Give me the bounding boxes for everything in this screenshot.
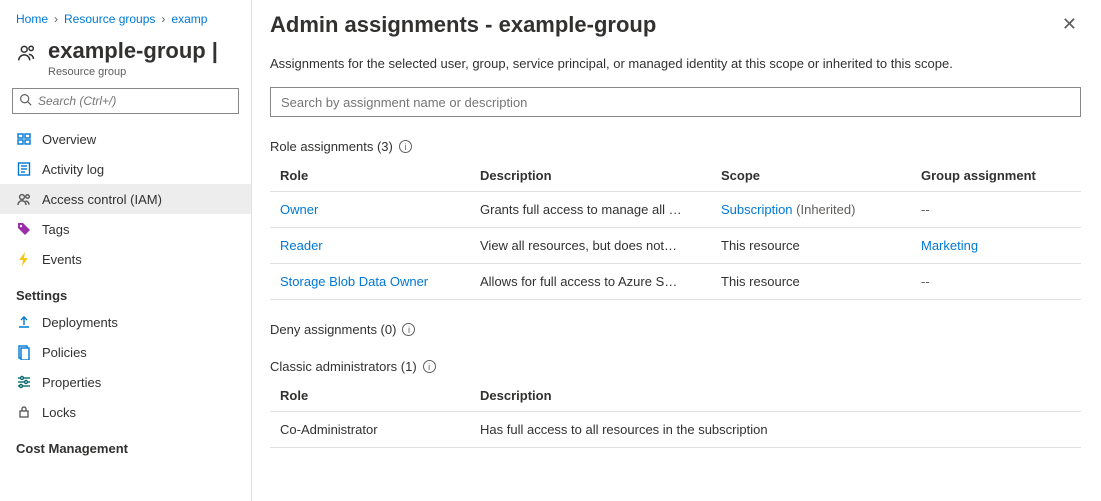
sidebar-search-input[interactable] [38, 94, 232, 108]
classic-admins-heading-text: Classic administrators (1) [270, 359, 417, 374]
panel-search-input[interactable] [271, 95, 1080, 110]
sidebar-section-cost: Cost Management [0, 427, 251, 460]
role-link[interactable]: Reader [280, 238, 323, 253]
breadcrumb-home[interactable]: Home [16, 12, 48, 26]
sidebar-item-locks[interactable]: Locks [0, 397, 251, 427]
lock-icon [16, 404, 32, 420]
cell-group: -- [911, 264, 1081, 300]
cell-description: Has full access to all resources in the … [470, 412, 1081, 448]
sidebar-item-label: Locks [42, 405, 76, 420]
access-control-icon [16, 191, 32, 207]
chevron-right-icon: › [161, 12, 165, 26]
scope-link[interactable]: Subscription [721, 202, 793, 217]
breadcrumb: Home › Resource groups › examp [0, 12, 251, 34]
people-icon [16, 42, 38, 64]
close-icon: ✕ [1062, 14, 1077, 34]
col-description: Description [470, 160, 711, 192]
deny-assignments-heading-text: Deny assignments (0) [270, 322, 396, 337]
sidebar-item-properties[interactable]: Properties [0, 367, 251, 397]
table-row[interactable]: Co-Administrator Has full access to all … [270, 412, 1081, 448]
sidebar-item-policies[interactable]: Policies [0, 337, 251, 367]
cell-role: Co-Administrator [270, 412, 470, 448]
sidebar-item-label: Activity log [42, 162, 104, 177]
cell-scope: Subscription (Inherited) [711, 192, 911, 228]
sidebar-item-events[interactable]: Events [0, 244, 251, 274]
group-link[interactable]: Marketing [921, 238, 978, 253]
info-icon[interactable]: i [423, 360, 436, 373]
sidebar-nav: Overview Activity log Access control (IA… [0, 124, 251, 501]
cell-description: Allows for full access to Azure S… [470, 264, 711, 300]
sidebar-search[interactable] [12, 88, 239, 114]
cell-description: View all resources, but does not… [470, 228, 711, 264]
resource-group-icon [16, 131, 32, 147]
close-button[interactable]: ✕ [1058, 12, 1081, 37]
search-icon [19, 93, 32, 109]
sliders-icon [16, 374, 32, 390]
role-assignments-heading-text: Role assignments (3) [270, 139, 393, 154]
activity-log-icon [16, 161, 32, 177]
upload-icon [16, 314, 32, 330]
col-role: Role [270, 160, 470, 192]
role-assignments-table: Role Description Scope Group assignment … [270, 160, 1081, 300]
sidebar-item-label: Properties [42, 375, 101, 390]
panel-search[interactable] [270, 87, 1081, 117]
sidebar-item-label: Overview [42, 132, 96, 147]
sidebar-section-settings: Settings [0, 274, 251, 307]
lightning-icon [16, 251, 32, 267]
sidebar-item-label: Events [42, 252, 82, 267]
classic-admins-heading: Classic administrators (1) i [270, 359, 1081, 374]
tag-icon [16, 221, 32, 237]
chevron-right-icon: › [54, 12, 58, 26]
info-icon[interactable]: i [399, 140, 412, 153]
details-panel: Admin assignments - example-group ✕ Assi… [252, 0, 1101, 501]
col-scope: Scope [711, 160, 911, 192]
scope-suffix: (Inherited) [793, 202, 856, 217]
sidebar-item-tags[interactable]: Tags [0, 214, 251, 244]
deny-assignments-heading: Deny assignments (0) i [270, 322, 1081, 337]
table-row[interactable]: Storage Blob Data Owner Allows for full … [270, 264, 1081, 300]
sidebar-item-deployments[interactable]: Deployments [0, 307, 251, 337]
sidebar-item-label: Tags [42, 222, 69, 237]
cell-group: Marketing [911, 228, 1081, 264]
page-subtitle: Resource group [0, 66, 251, 88]
breadcrumb-resource-groups[interactable]: Resource groups [64, 12, 155, 26]
sidebar-item-access-control[interactable]: Access control (IAM) [0, 184, 251, 214]
panel-title: Admin assignments - example-group [270, 12, 656, 38]
col-description: Description [470, 380, 1081, 412]
classic-admins-table: Role Description Co-Administrator Has fu… [270, 380, 1081, 448]
table-row[interactable]: Reader View all resources, but does not…… [270, 228, 1081, 264]
cell-scope: This resource [711, 228, 911, 264]
page-title: example-group | [48, 38, 218, 64]
panel-description: Assignments for the selected user, group… [270, 56, 1081, 71]
role-link[interactable]: Storage Blob Data Owner [280, 274, 428, 289]
cell-group: -- [911, 192, 1081, 228]
cell-scope: This resource [711, 264, 911, 300]
cell-description: Grants full access to manage all … [470, 192, 711, 228]
sidebar-item-label: Access control (IAM) [42, 192, 162, 207]
sidebar-item-label: Policies [42, 345, 87, 360]
sidebar-item-label: Deployments [42, 315, 118, 330]
role-assignments-heading: Role assignments (3) i [270, 139, 1081, 154]
breadcrumb-group[interactable]: examp [171, 12, 207, 26]
info-icon[interactable]: i [402, 323, 415, 336]
table-row[interactable]: Owner Grants full access to manage all …… [270, 192, 1081, 228]
policy-icon [16, 344, 32, 360]
sidebar-item-activity-log[interactable]: Activity log [0, 154, 251, 184]
col-role: Role [270, 380, 470, 412]
left-panel: Home › Resource groups › examp example-g… [0, 0, 252, 501]
sidebar-item-overview[interactable]: Overview [0, 124, 251, 154]
role-link[interactable]: Owner [280, 202, 318, 217]
col-group-assignment: Group assignment [911, 160, 1081, 192]
